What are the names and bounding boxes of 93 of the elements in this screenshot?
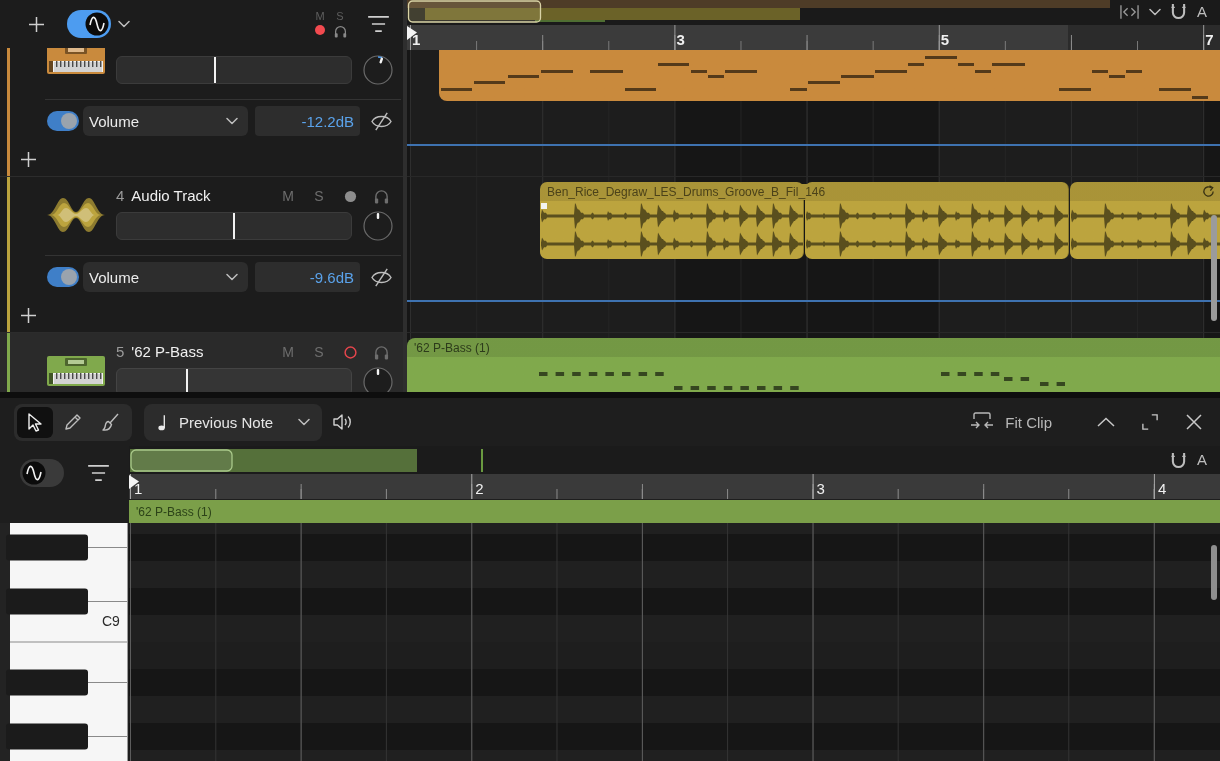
expand-arrows-icon bbox=[1120, 4, 1139, 19]
hide-automation-button[interactable] bbox=[370, 267, 392, 287]
filter-button[interactable] bbox=[87, 463, 109, 482]
pan-knob[interactable] bbox=[363, 55, 393, 85]
magnet-icon bbox=[1171, 451, 1187, 469]
record-dot-icon[interactable] bbox=[315, 25, 325, 35]
pointer-icon bbox=[25, 412, 45, 432]
region-header[interactable]: '62 P-Bass (1) bbox=[129, 500, 1220, 523]
automation-toggle[interactable] bbox=[47, 267, 79, 287]
fit-width-button[interactable] bbox=[1120, 4, 1139, 19]
fader-thumb[interactable] bbox=[186, 369, 189, 392]
pointer-tool-button[interactable] bbox=[17, 406, 53, 438]
bar-number: 1 bbox=[412, 31, 421, 49]
chevron-down-icon bbox=[226, 117, 238, 125]
record-dot-icon bbox=[343, 189, 357, 203]
fader-thumb[interactable] bbox=[214, 57, 217, 83]
snap-button[interactable] bbox=[1171, 2, 1187, 21]
audio-region[interactable] bbox=[1070, 182, 1220, 259]
eye-slash-icon bbox=[370, 111, 392, 131]
automation-button[interactable]: A bbox=[1196, 2, 1208, 21]
close-icon bbox=[1186, 414, 1202, 430]
region-name: Ben_Rice_Degraw_LES_Drums_Groove_B_Fil_146 bbox=[545, 184, 828, 200]
eye-slash-icon bbox=[370, 267, 392, 287]
fit-clip-button[interactable]: Fit Clip bbox=[966, 407, 1056, 437]
track-header[interactable]: 4 Audio Track M S Volume -9.6dB bbox=[0, 177, 403, 333]
track-header[interactable]: 5 '62 P-Bass M S bbox=[0, 333, 403, 392]
view-toggle[interactable] bbox=[20, 458, 64, 487]
record-ring-icon bbox=[343, 345, 357, 359]
scrollbar-thumb[interactable] bbox=[1211, 215, 1217, 321]
filter-icon bbox=[367, 16, 389, 32]
bar-number: 4 bbox=[1157, 480, 1167, 498]
bar-number: 3 bbox=[676, 31, 685, 49]
plus-icon bbox=[20, 151, 36, 167]
overview-minimap[interactable] bbox=[407, 0, 1110, 23]
track-header[interactable]: Volume -12.2dB bbox=[0, 48, 403, 177]
add-automation-button[interactable] bbox=[20, 307, 36, 323]
timeline-ruler[interactable]: 1 3 5 7 bbox=[407, 25, 1220, 50]
midi-region[interactable]: '62 P-Bass (1) bbox=[407, 338, 1220, 392]
plus-icon bbox=[29, 16, 44, 32]
automation-parameter-dropdown[interactable]: Volume bbox=[83, 106, 248, 136]
knob-pointer[interactable] bbox=[379, 57, 384, 64]
preview-sound-button[interactable] bbox=[332, 411, 354, 433]
headphones-icon bbox=[373, 188, 389, 204]
automation-value-field[interactable]: -12.2dB bbox=[255, 106, 360, 136]
bar-number: 3 bbox=[816, 480, 825, 498]
filter-icon bbox=[87, 464, 109, 481]
track-number: 4 bbox=[116, 187, 125, 205]
speaker-icon bbox=[333, 413, 353, 431]
region-start-handle-icon[interactable] bbox=[541, 203, 547, 209]
timeline-ruler[interactable]: 1 2 3 4 bbox=[129, 474, 1220, 499]
plus-icon bbox=[20, 307, 36, 323]
bar-number: 2 bbox=[475, 480, 484, 498]
bar-number: 1 bbox=[134, 480, 143, 498]
keyboard-icon bbox=[47, 356, 105, 386]
key-label: C9 bbox=[102, 612, 120, 631]
bar-number: 5 bbox=[940, 31, 950, 49]
bar-number: 7 bbox=[1205, 31, 1214, 49]
chevron-down-icon bbox=[298, 418, 310, 426]
region-name: '62 P-Bass (1) bbox=[413, 340, 491, 356]
automation-value-field[interactable]: -9.6dB bbox=[255, 262, 360, 292]
keyboard-icon bbox=[47, 48, 105, 74]
track-name[interactable]: '62 P-Bass bbox=[131, 343, 204, 361]
sine-wave-icon bbox=[22, 460, 46, 485]
note-icon bbox=[158, 413, 167, 431]
knob-pointer[interactable] bbox=[376, 213, 380, 219]
chevron-down-icon bbox=[226, 273, 238, 281]
add-track-button[interactable] bbox=[28, 14, 45, 34]
automation-parameter-dropdown[interactable]: Volume bbox=[83, 262, 248, 292]
automation-button[interactable]: A bbox=[1196, 451, 1208, 469]
scrollbar-thumb[interactable] bbox=[1211, 545, 1217, 600]
solo-column-label: S bbox=[336, 10, 344, 22]
snap-button[interactable] bbox=[1171, 451, 1187, 469]
expand-icon bbox=[1142, 414, 1158, 430]
chevron-down-icon bbox=[118, 20, 130, 28]
automation-toggle[interactable] bbox=[47, 111, 79, 131]
brush-icon bbox=[101, 412, 121, 432]
note-mode-dropdown[interactable]: Previous Note bbox=[144, 403, 322, 441]
add-automation-button[interactable] bbox=[20, 151, 36, 167]
pencil-icon bbox=[63, 412, 83, 432]
headphones-icon bbox=[373, 344, 389, 360]
sine-wave-icon bbox=[85, 12, 109, 36]
knob-pointer[interactable] bbox=[376, 369, 380, 375]
monitor-toggle[interactable] bbox=[67, 10, 111, 38]
hide-automation-button[interactable] bbox=[370, 111, 392, 131]
track-number: 5 bbox=[116, 343, 125, 361]
magnet-icon bbox=[1171, 3, 1187, 20]
chevron-up-icon bbox=[1097, 417, 1115, 427]
chevron-down-icon bbox=[1149, 7, 1161, 16]
region-name: '62 P-Bass (1) bbox=[135, 504, 212, 519]
track-name[interactable]: Audio Track bbox=[131, 187, 211, 205]
filter-button[interactable] bbox=[367, 15, 389, 33]
headphones-icon[interactable] bbox=[333, 25, 347, 38]
mute-column-label: M bbox=[315, 10, 325, 22]
